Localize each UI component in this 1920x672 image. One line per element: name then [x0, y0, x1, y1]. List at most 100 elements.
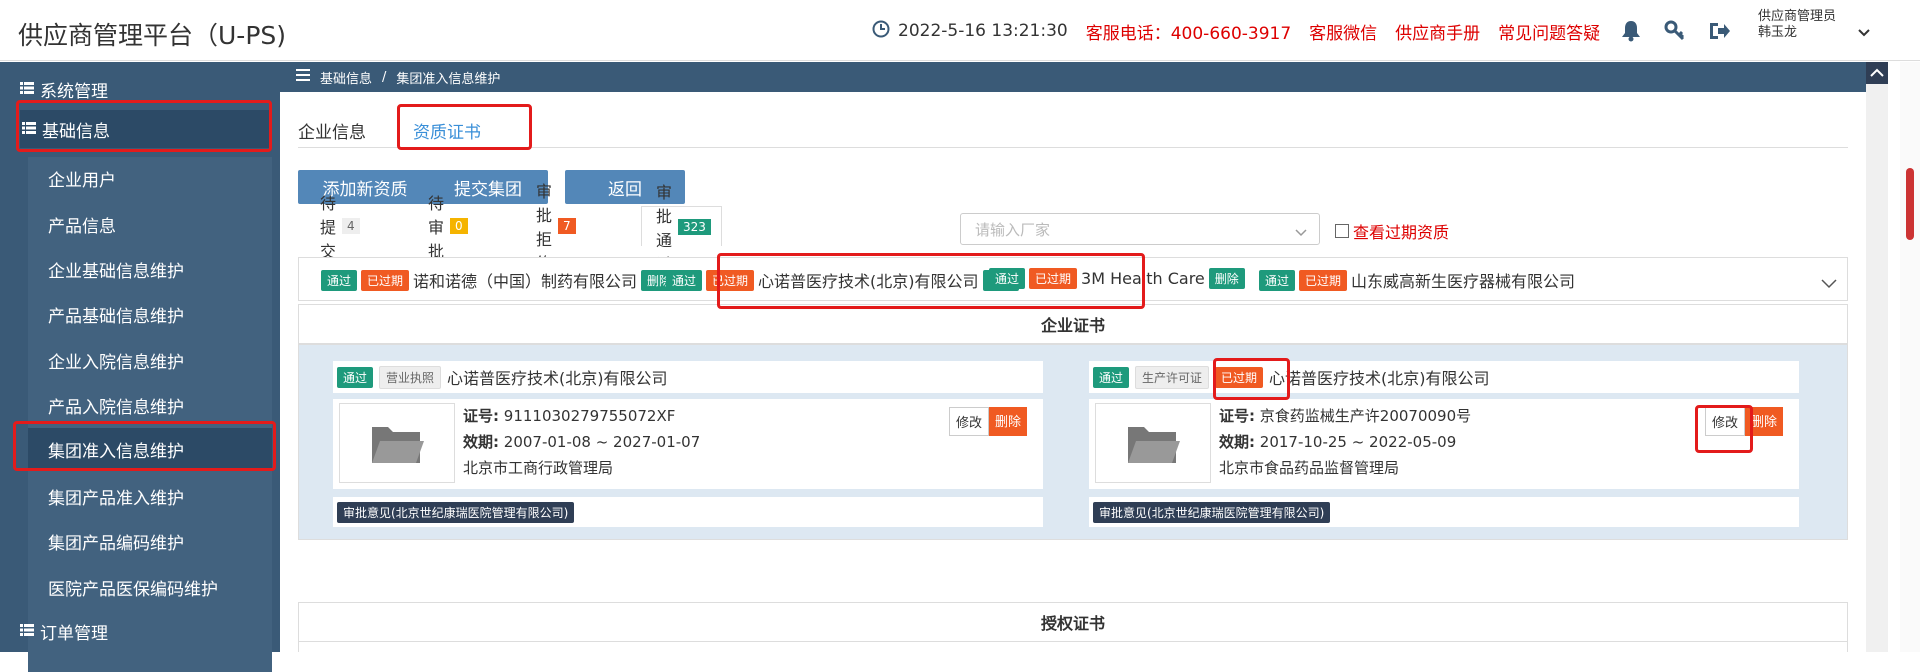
approval-opinion-button[interactable]: 审批意见(北京世纪康瑞医院管理有限公司): [1093, 501, 1331, 523]
wechat-link[interactable]: 客服微信: [1309, 19, 1377, 44]
vendor-tab-active[interactable]: 通过 已过期 心诺普医疗技术(北京)有限公司 删除: [666, 268, 1019, 292]
delete-button[interactable]: 删除: [989, 407, 1028, 436]
checkbox-box[interactable]: [1335, 224, 1349, 238]
cert-issuer: 北京市食品药品监督管理局: [1219, 459, 1400, 477]
edit-button[interactable]: 修改: [949, 407, 990, 436]
clock-icon: [872, 20, 890, 43]
cert-area: 通过 营业执照 心诺普医疗技术(北京)有限公司 证号: 911103027975…: [298, 344, 1848, 540]
vendor-tab[interactable]: 通过 已过期 3M Health Care 删除: [989, 268, 1245, 289]
cert-header: 通过 生产许可证 已过期 心诺普医疗技术(北京)有限公司: [1089, 361, 1799, 393]
sidebar-item-enterprise-hospital[interactable]: 企业入院信息维护: [28, 339, 272, 381]
edit-button[interactable]: 修改: [1705, 407, 1746, 436]
sidebar-group-system[interactable]: 系统管理: [20, 74, 276, 104]
cert-info: 证号: 9111030279755072XF 效期: 2007-01-08 ~ …: [463, 403, 700, 481]
expired-checkbox[interactable]: 查看过期资质: [1335, 219, 1449, 243]
folder-icon[interactable]: [1095, 403, 1211, 483]
breadcrumb: 基础信息 / 集团准入信息维护: [280, 62, 1866, 92]
tab-company-info[interactable]: 企业信息: [298, 118, 366, 143]
top-header: 供应商管理平台（U-PS) 2022-5-16 13:21:30 客服电话：40…: [0, 0, 1920, 61]
sidebar-group-label: 订单管理: [40, 623, 108, 644]
tab-pending-approval[interactable]: 待审批 0: [428, 194, 468, 261]
sidebar-group-label: 系统管理: [40, 81, 108, 102]
vendor-tab[interactable]: 通过 已过期 山东威高新生医疗器械有限公司: [1259, 268, 1575, 292]
sidebar-item-enterprise-basic[interactable]: 企业基础信息维护: [28, 248, 272, 290]
sidebar-group-basic[interactable]: 基础信息: [20, 110, 270, 148]
cert-footer: 审批意见(北京世纪康瑞医院管理有限公司): [333, 497, 1043, 527]
sidebar-group-orders[interactable]: 订单管理: [20, 614, 276, 648]
scroll-up-button[interactable]: [1866, 62, 1888, 84]
cert-company: 心诺普医疗技术(北京)有限公司: [447, 369, 668, 388]
cert-issuer: 北京市工商行政管理局: [463, 459, 614, 477]
cert-footer: 审批意见(北京世纪康瑞医院管理有限公司): [1089, 497, 1799, 527]
cert-valid: 2007-01-08 ~ 2027-01-07: [503, 433, 701, 451]
tab-pending-submit[interactable]: 待提交 4: [320, 194, 360, 261]
hotline: 客服电话：400-660-3917: [1086, 19, 1291, 44]
folder-icon[interactable]: [339, 403, 455, 483]
vendor-name: 诺和诺德（中国）制药有限公司: [413, 272, 638, 291]
key-icon[interactable]: [1662, 18, 1688, 44]
cert-company: 心诺普医疗技术(北京)有限公司: [1269, 369, 1490, 388]
pass-tag: 通过: [337, 366, 374, 388]
page-tabs: 企业信息 资质证书: [298, 104, 1848, 148]
search-placeholder: 请输入厂家: [975, 220, 1051, 239]
expired-tag: 已过期: [706, 269, 755, 291]
sidebar-item-group-product-access[interactable]: 集团产品准入维护: [28, 475, 272, 517]
sidebar-item-product-info[interactable]: 产品信息: [28, 203, 272, 245]
tab-rejected[interactable]: 审批拒绝 7: [536, 182, 576, 273]
vendor-name: 3M Health Care: [1081, 269, 1205, 288]
menu-icon[interactable]: [296, 69, 310, 85]
section-enterprise-cert: 企业证书: [298, 304, 1848, 344]
cert-no-label: 证号:: [1219, 407, 1255, 425]
tab-cert[interactable]: 资质证书: [413, 118, 481, 143]
cert-actions: 修改 删除: [1705, 407, 1784, 436]
chevron-down-icon[interactable]: [1821, 274, 1837, 293]
sidebar-item-product-basic[interactable]: 产品基础信息维护: [28, 293, 272, 335]
add-cert-button[interactable]: 添加新资质: [298, 170, 432, 204]
submit-group-button[interactable]: 提交集团: [428, 170, 548, 204]
cert-no-label: 证号:: [463, 407, 499, 425]
sidebar-item-group-product-code[interactable]: 集团产品编码维护: [28, 520, 272, 562]
count-badge: 4: [342, 218, 360, 234]
manual-link[interactable]: 供应商手册: [1395, 19, 1480, 44]
user-menu[interactable]: 供应商管理员 韩玉龙: [1758, 9, 1836, 41]
content-scrollbar[interactable]: [1866, 62, 1888, 652]
tab-approved[interactable]: 审批通过 323: [641, 183, 722, 274]
tab-label: 待提交: [320, 194, 337, 261]
page-scrollbar[interactable]: [1900, 62, 1920, 652]
cert-no: 京食药监械生产许20070090号: [1259, 407, 1472, 425]
sidebar-item-enterprise-users[interactable]: 企业用户: [28, 157, 272, 199]
sidebar-item-product-hospital[interactable]: 产品入院信息维护: [28, 384, 272, 426]
scroll-thumb[interactable]: [1906, 168, 1914, 240]
vendor-tab[interactable]: 通过 已过期 诺和诺德（中国）制药有限公司 删除: [321, 268, 678, 292]
cert-no: 9111030279755072XF: [503, 407, 676, 425]
expired-tag: 已过期: [1029, 268, 1078, 289]
datetime-text: 2022-5-16 13:21:30: [898, 21, 1068, 41]
pass-tag: 通过: [1259, 269, 1296, 291]
vendor-search-input[interactable]: 请输入厂家: [960, 213, 1320, 245]
sidebar-item-group-access[interactable]: 集团准入信息维护: [28, 428, 272, 470]
header-right: 2022-5-16 13:21:30 客服电话：400-660-3917 客服微…: [872, 17, 1732, 45]
delete-button[interactable]: 删除: [1208, 268, 1245, 289]
sidebar-group-label: 基础信息: [42, 121, 110, 142]
vendor-tabs: 通过 已过期 诺和诺德（中国）制药有限公司 删除 通过 已过期 心诺普医疗技术(…: [298, 257, 1848, 301]
cert-card: 通过 营业执照 心诺普医疗技术(北京)有限公司 证号: 911103027975…: [333, 361, 1043, 531]
app-title: 供应商管理平台（U-PS): [18, 21, 287, 50]
expired-tag: 已过期: [361, 269, 410, 291]
bell-icon[interactable]: [1618, 18, 1644, 44]
cert-valid-label: 效期:: [1219, 433, 1255, 451]
user-role: 供应商管理员: [1758, 9, 1837, 24]
breadcrumb-sep: /: [382, 69, 387, 85]
logout-icon[interactable]: [1706, 18, 1732, 44]
chevron-down-icon: [1295, 223, 1307, 241]
delete-button[interactable]: 删除: [1745, 407, 1784, 436]
user-name: 韩玉龙: [1758, 25, 1798, 40]
faq-link[interactable]: 常见问题答疑: [1498, 19, 1600, 44]
breadcrumb-root[interactable]: 基础信息: [320, 68, 372, 87]
approval-opinion-button[interactable]: 审批意见(北京世纪康瑞医院管理有限公司): [337, 501, 575, 523]
hotline-number: 400-660-3917: [1170, 23, 1292, 44]
chevron-down-icon[interactable]: [1858, 22, 1870, 41]
breadcrumb-current: 集团准入信息维护: [396, 71, 501, 87]
sidebar-item-hospital-insurance-code[interactable]: 医院产品医保编码维护: [28, 566, 272, 608]
cert-header: 通过 营业执照 心诺普医疗技术(北京)有限公司: [333, 361, 1043, 393]
list-icon: [20, 79, 34, 99]
